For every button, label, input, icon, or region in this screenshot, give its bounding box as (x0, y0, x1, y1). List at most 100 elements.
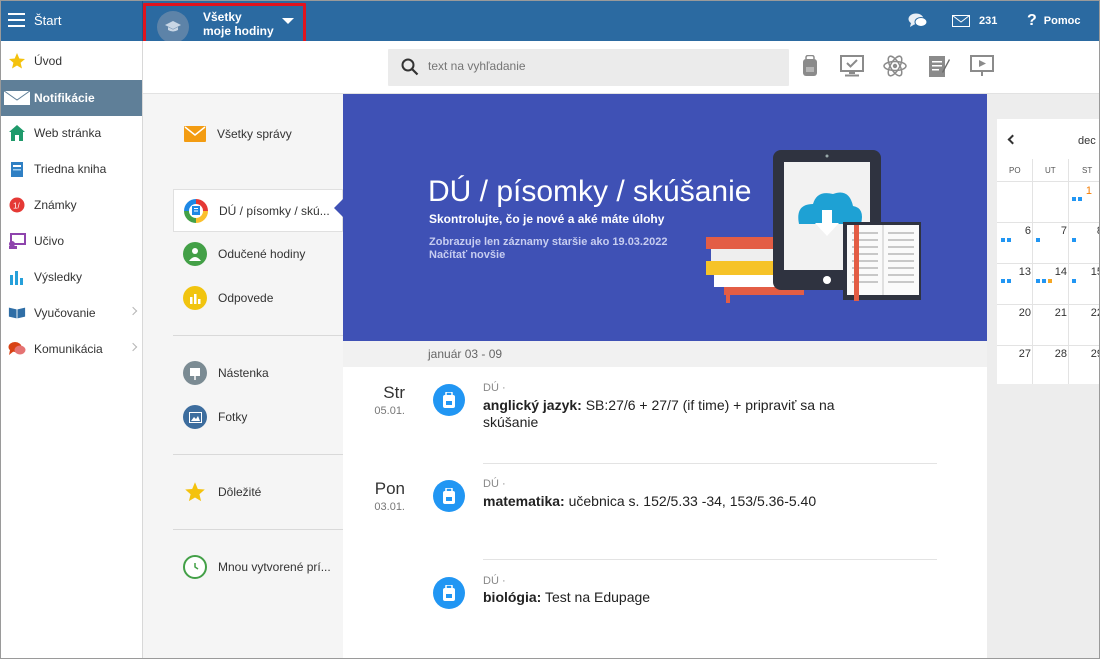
banner: DÚ / písomky / skúšanie Skontrolujte, čo… (343, 94, 987, 341)
monitor-check-icon[interactable] (839, 53, 865, 79)
class-selector[interactable]: Všetky moje hodiny (143, 3, 306, 46)
sidebar-item-web-stranka[interactable]: Web stránka (1, 116, 142, 150)
banner-note: Zobrazuje len záznamy staršie ako 19.03.… (429, 236, 668, 248)
event-dot (1001, 238, 1005, 242)
calendar-day[interactable]: 13 (1007, 266, 1031, 278)
atom-icon[interactable] (882, 53, 908, 79)
entry-type: DÚ · (483, 382, 506, 394)
hamburger-menu-icon[interactable] (8, 13, 25, 27)
sidebar-item-notifikacie[interactable]: Notifikácie (1, 80, 142, 116)
calendar-day[interactable]: 22 (1079, 307, 1099, 319)
sidebar-item-vyucovanie[interactable]: Vyučovanie (1, 296, 142, 330)
calendar-day[interactable]: 20 (1007, 307, 1031, 319)
grid-line (997, 304, 1099, 305)
filter-column: Všetky správy DÚ / písomky / skú... Oduč… (143, 94, 343, 658)
chat-icon[interactable] (908, 1, 928, 41)
sidebar-item-komunikacia[interactable]: Komunikácia (1, 332, 142, 366)
divider (173, 335, 343, 336)
list-item[interactable]: Pon 03.01. DÚ · matematika: učebnica s. … (343, 464, 987, 559)
caret-down-icon (282, 18, 294, 24)
calendar-panel: dec PO UT ST 1 6 7 8 13 14 15 20 21 22 2… (987, 94, 1099, 658)
homework-icon (184, 198, 208, 223)
calendar-day[interactable]: 15 (1079, 266, 1099, 278)
open-book-icon (8, 304, 26, 322)
sidebar-item-vysledky[interactable]: Výsledky (1, 260, 142, 294)
selection-arrow (334, 199, 343, 217)
list-item[interactable]: Str 05.01. DÚ · anglický jazyk: SB:27/6 … (343, 367, 987, 463)
notepad-icon[interactable] (926, 53, 952, 79)
envelope-icon (3, 89, 31, 107)
event-dot (1001, 279, 1005, 283)
backpack-icon[interactable] (797, 53, 823, 79)
calendar-day[interactable]: 29 (1079, 348, 1099, 360)
refresh-icon (183, 555, 207, 579)
bar-chart-icon (8, 268, 26, 286)
grid-line (1032, 159, 1033, 384)
weekday-header: UT (1045, 166, 1056, 175)
search-toolbar (143, 41, 1099, 94)
filter-photos[interactable]: Fotky (173, 397, 343, 437)
entry-subject: matematika: (483, 493, 565, 509)
filter-important[interactable]: Dôležité (173, 472, 343, 512)
calendar-month: dec (1078, 135, 1096, 147)
list-item[interactable]: DÚ · biológia: Test na Edupage (343, 560, 987, 650)
class-selector-line2: moje hodiny (203, 24, 274, 38)
calendar-day[interactable]: 21 (1043, 307, 1067, 319)
entry-day: Pon (374, 479, 405, 498)
main-content: DÚ / písomky / skúšanie Skontrolujte, čo… (343, 94, 987, 658)
search-icon (401, 58, 419, 76)
calendar-day[interactable]: 14 (1043, 266, 1067, 278)
calendar-day[interactable]: 7 (1043, 225, 1067, 237)
star-icon (183, 480, 207, 504)
grid-line (997, 181, 1099, 182)
help-button[interactable]: ? Pomoc (1027, 1, 1080, 41)
chevron-right-icon (128, 342, 138, 352)
filter-all-messages[interactable]: Všetky správy (173, 114, 343, 154)
messages-button[interactable]: 231 (952, 1, 997, 41)
sidebar: Úvod Notifikácie Web stránka Triedna kni… (1, 41, 143, 658)
filter-created-by-me[interactable]: Mnou vytvorené prí... (173, 547, 343, 587)
entry-date: 05.01. (374, 405, 405, 417)
photo-icon (183, 405, 207, 429)
filter-lessons[interactable]: Odučené hodiny (173, 234, 343, 274)
event-dot (1072, 279, 1076, 283)
filter-homework[interactable]: DÚ / písomky / skú... (173, 189, 343, 232)
presentation-icon[interactable] (969, 53, 995, 79)
svg-text:1/: 1/ (13, 202, 20, 211)
filter-label: Fotky (218, 410, 248, 424)
grid-line (997, 345, 1099, 346)
entry-description: učebnica s. 152/5.33 -34, 153/5.36-5.40 (564, 493, 817, 509)
sidebar-item-uvod[interactable]: Úvod (1, 44, 142, 78)
search-box[interactable] (388, 49, 789, 86)
calendar-day[interactable]: 6 (1007, 225, 1031, 237)
messages-count: 231 (979, 15, 998, 27)
divider (173, 454, 343, 455)
calendar-day[interactable]: 27 (1007, 348, 1031, 360)
grid-line (997, 263, 1099, 264)
app-window: Štart Všetky moje hodiny 231 ? Pomoc tex… (0, 0, 1100, 659)
calendar-day[interactable]: 28 (1043, 348, 1067, 360)
calendar-day[interactable]: 8 (1079, 225, 1099, 237)
help-label: Pomoc (1043, 15, 1081, 27)
event-dot (1036, 279, 1040, 283)
event-dot (1078, 197, 1082, 201)
sidebar-item-label: Vyučovanie (34, 306, 96, 320)
filter-label: DÚ / písomky / skú... (219, 203, 330, 218)
calendar-day[interactable]: 1 (1068, 185, 1092, 197)
sidebar-item-label: Web stránka (34, 126, 102, 140)
filter-board[interactable]: Nástenka (173, 353, 343, 393)
start-label[interactable]: Štart (34, 13, 61, 28)
entry-subject: biológia: (483, 589, 542, 605)
star-icon (8, 52, 26, 70)
class-selector-label: Všetky moje hodiny (203, 10, 274, 38)
top-bar: Štart Všetky moje hodiny 231 ? Pomoc (1, 1, 1099, 46)
load-newer-link[interactable]: Načítať novšie (429, 249, 505, 261)
search-input[interactable] (428, 59, 768, 73)
chat-bubble-icon (8, 340, 26, 358)
question-icon: ? (1027, 12, 1037, 29)
sidebar-item-znamky[interactable]: 1/ Známky (1, 188, 142, 222)
sidebar-item-ucivo[interactable]: Učivo (1, 224, 142, 258)
sidebar-item-triedna-kniha[interactable]: Triedna kniha (1, 152, 142, 186)
filter-answers[interactable]: Odpovede (173, 278, 343, 318)
divider (173, 529, 343, 530)
